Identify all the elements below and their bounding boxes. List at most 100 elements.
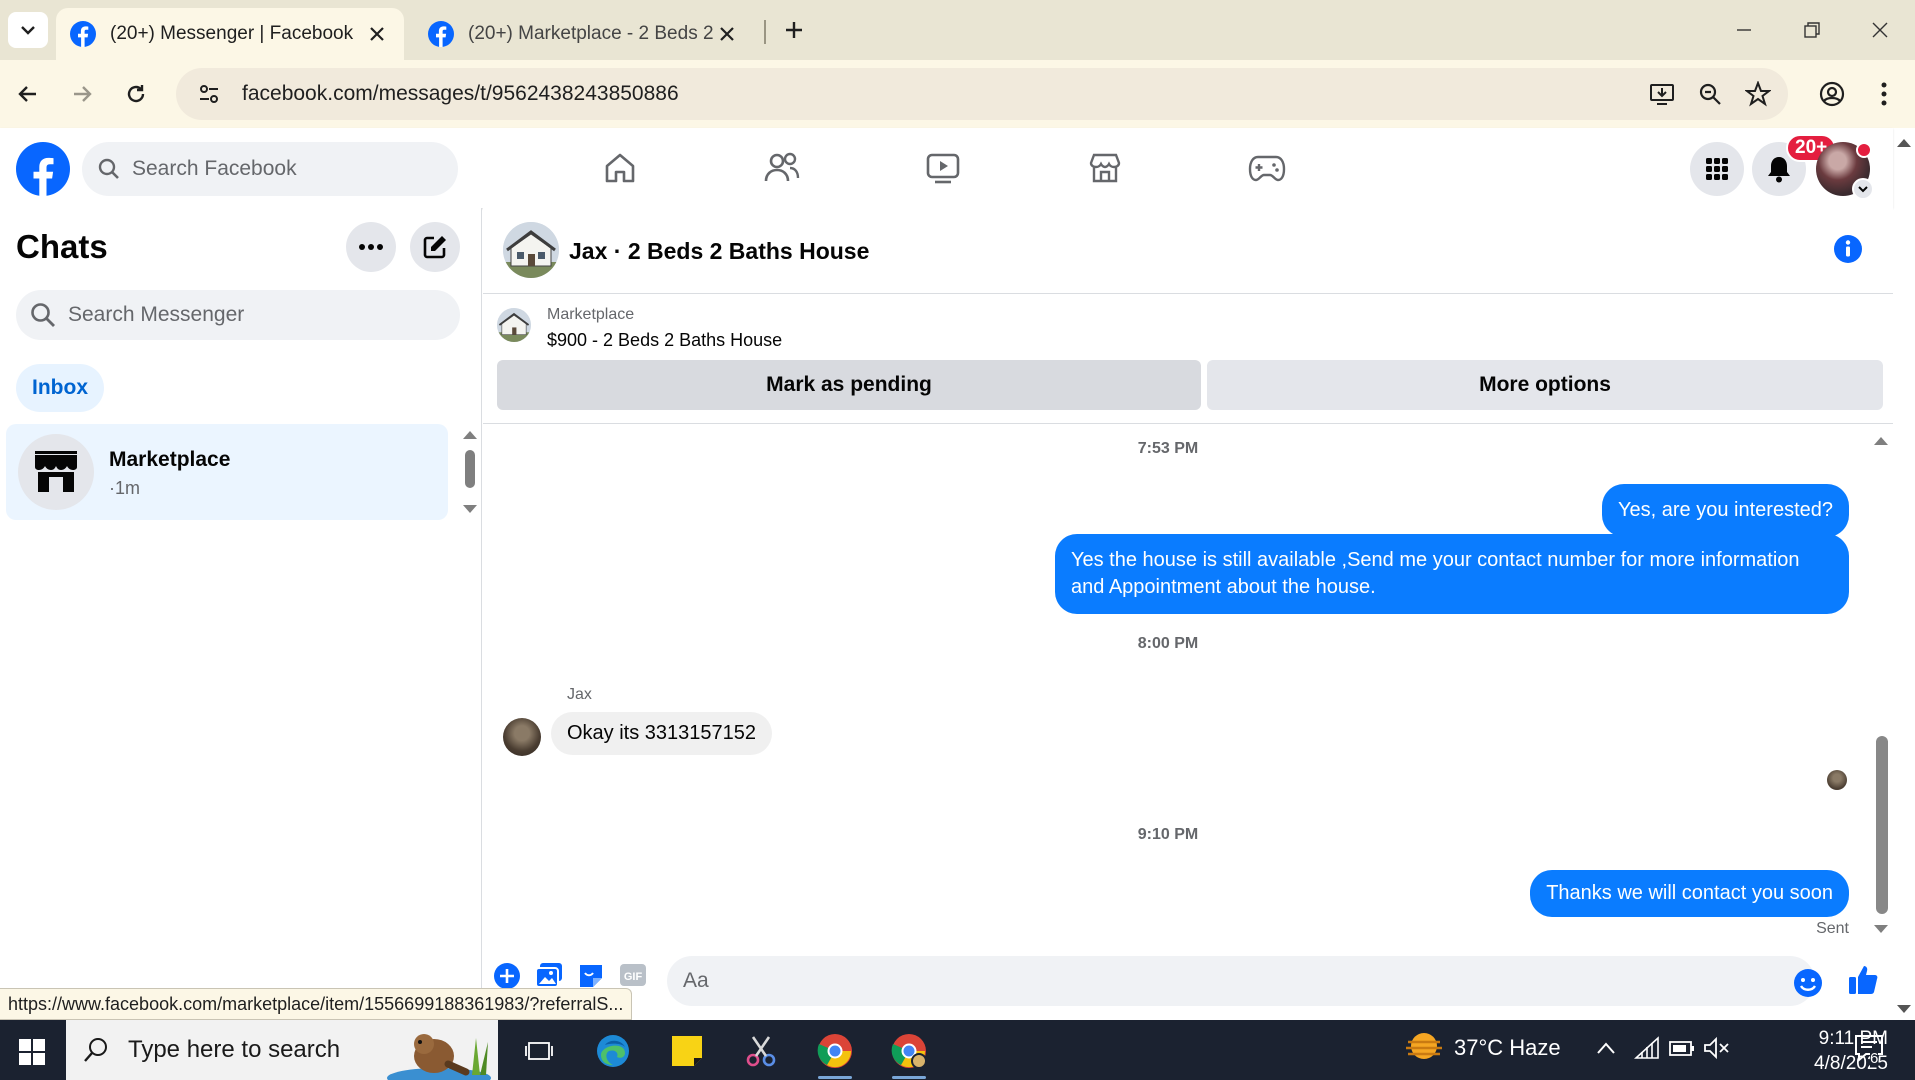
new-message-button[interactable] bbox=[410, 222, 460, 272]
tab-title: (20+) Marketplace - 2 Beds 2 Ba bbox=[468, 23, 714, 44]
nav-friends[interactable] bbox=[717, 138, 847, 198]
listing-thumbnail[interactable] bbox=[497, 308, 531, 342]
back-button[interactable] bbox=[6, 72, 50, 116]
outgoing-message[interactable]: Yes the house is still available ,Send m… bbox=[1055, 534, 1849, 614]
listing-title[interactable]: $900 - 2 Beds 2 Baths House bbox=[547, 330, 782, 351]
read-receipt-avatar bbox=[1827, 770, 1847, 790]
more-options-button[interactable]: More options bbox=[1207, 360, 1883, 410]
chat-avatar bbox=[18, 434, 94, 510]
volume-muted-icon[interactable] bbox=[1702, 1036, 1730, 1060]
chats-sidebar: Chats Search Messenger Inbox Marketplace… bbox=[0, 208, 482, 1020]
haze-sun-icon bbox=[1406, 1033, 1442, 1059]
chevron-down-icon bbox=[1858, 186, 1868, 193]
messenger-search-input[interactable]: Search Messenger bbox=[16, 290, 460, 340]
sidebar-scrollbar-thumb[interactable] bbox=[465, 450, 475, 488]
snipping-tool-icon bbox=[746, 1036, 776, 1067]
beaver-illustration-icon bbox=[387, 1034, 491, 1080]
battery-icon[interactable] bbox=[1668, 1036, 1696, 1060]
mark-as-pending-button[interactable]: Mark as pending bbox=[497, 360, 1201, 410]
task-view-button[interactable] bbox=[512, 1026, 566, 1076]
emoji-icon[interactable] bbox=[1793, 968, 1823, 998]
install-app-icon[interactable] bbox=[1646, 78, 1678, 110]
info-icon[interactable] bbox=[1833, 234, 1863, 264]
online-status-dot bbox=[1856, 142, 1872, 158]
new-tab-button[interactable] bbox=[774, 12, 814, 48]
incoming-message[interactable]: Okay its 3313157152 bbox=[551, 712, 773, 755]
arrow-right-icon bbox=[74, 86, 92, 102]
tab-messenger[interactable]: (20+) Messenger | Facebook bbox=[56, 8, 404, 60]
close-window-button[interactable] bbox=[1852, 10, 1908, 50]
taskbar-search-box[interactable]: Type here to search bbox=[66, 1020, 498, 1080]
tab-search-button[interactable] bbox=[8, 12, 48, 48]
search-icon bbox=[31, 303, 55, 327]
chat-list-item[interactable]: Marketplace ·1m bbox=[6, 424, 448, 520]
forward-button[interactable] bbox=[60, 72, 104, 116]
close-tab-button[interactable] bbox=[714, 21, 740, 47]
scroll-down-arrow-icon[interactable] bbox=[1896, 1004, 1912, 1016]
nav-gaming[interactable] bbox=[1202, 138, 1332, 198]
bookmark-star-icon[interactable] bbox=[1742, 78, 1774, 110]
scroll-up-arrow-icon[interactable] bbox=[1896, 136, 1912, 148]
chat-options-button[interactable] bbox=[346, 222, 396, 272]
browser-menu-button[interactable] bbox=[1862, 72, 1906, 116]
sticker-icon[interactable] bbox=[577, 962, 605, 990]
restore-icon bbox=[1804, 22, 1820, 38]
reload-icon bbox=[127, 85, 145, 103]
inbox-filter-tab[interactable]: Inbox bbox=[16, 364, 104, 412]
menu-grid-button[interactable] bbox=[1690, 142, 1744, 196]
marketplace-label: Marketplace bbox=[547, 306, 635, 323]
zoom-icon[interactable] bbox=[1694, 78, 1726, 110]
facebook-logo-icon[interactable] bbox=[16, 142, 70, 196]
account-menu-button[interactable] bbox=[1852, 178, 1874, 200]
sticky-notes-app[interactable] bbox=[660, 1026, 714, 1076]
plus-circle-icon[interactable] bbox=[493, 962, 521, 990]
restore-button[interactable] bbox=[1784, 10, 1840, 50]
reload-button[interactable] bbox=[114, 72, 158, 116]
close-tab-button[interactable] bbox=[364, 21, 390, 47]
scroll-up-arrow-icon[interactable] bbox=[462, 428, 478, 440]
marketplace-listing-bar: Marketplace $900 - 2 Beds 2 Baths House … bbox=[483, 294, 1893, 424]
notification-center-icon[interactable] bbox=[1854, 1034, 1884, 1062]
chrome-app[interactable] bbox=[808, 1026, 862, 1079]
chrome-profile-app[interactable] bbox=[882, 1026, 936, 1079]
bell-icon bbox=[1768, 157, 1790, 183]
message-timestamp: 9:10 PM bbox=[1137, 826, 1199, 843]
scroll-down-arrow-icon[interactable] bbox=[1873, 924, 1889, 936]
marketplace-icon bbox=[1089, 153, 1121, 183]
search-placeholder: Search Messenger bbox=[68, 303, 245, 326]
scroll-down-arrow-icon[interactable] bbox=[462, 504, 478, 516]
browser-toolbar: facebook.com/messages/t/9562438243850886 bbox=[0, 60, 1915, 128]
snipping-tool-app[interactable] bbox=[734, 1026, 788, 1076]
sender-avatar[interactable] bbox=[503, 718, 541, 756]
outgoing-message[interactable]: Yes, are you interested? bbox=[1602, 484, 1849, 537]
listing-avatar[interactable] bbox=[503, 222, 559, 278]
nav-marketplace[interactable] bbox=[1040, 138, 1170, 198]
profile-menu-button[interactable] bbox=[1810, 72, 1854, 116]
chevron-down-icon bbox=[21, 26, 35, 35]
tab-marketplace[interactable]: (20+) Marketplace - 2 Beds 2 Ba bbox=[414, 8, 754, 60]
conversation-header: Jax · 2 Beds 2 Baths House bbox=[483, 208, 1893, 294]
conversation-title[interactable]: Jax · 2 Beds 2 Baths House bbox=[569, 238, 869, 265]
thumbs-up-icon[interactable] bbox=[1847, 964, 1879, 996]
nav-video[interactable] bbox=[878, 138, 1008, 198]
address-bar[interactable]: facebook.com/messages/t/9562438243850886 bbox=[176, 68, 1788, 120]
wifi-icon[interactable] bbox=[1634, 1036, 1660, 1060]
chrome-browser-icon bbox=[891, 1034, 927, 1069]
weather-widget[interactable]: 37°C Haze bbox=[1404, 1030, 1561, 1066]
facebook-favicon-icon bbox=[70, 21, 96, 47]
chevron-up-icon[interactable] bbox=[1596, 1040, 1616, 1056]
facebook-search-input[interactable]: Search Facebook bbox=[82, 142, 458, 196]
scroll-up-arrow-icon[interactable] bbox=[1873, 434, 1889, 446]
message-input[interactable]: Aa bbox=[667, 956, 1815, 1006]
outgoing-message[interactable]: Thanks we will contact you soon bbox=[1530, 870, 1849, 917]
search-placeholder: Search Facebook bbox=[132, 157, 297, 180]
thread-scrollbar-thumb[interactable] bbox=[1876, 736, 1888, 914]
start-button[interactable] bbox=[10, 1030, 54, 1074]
svg-text:GIF: GIF bbox=[624, 971, 643, 983]
nav-home[interactable] bbox=[555, 138, 685, 198]
gif-icon[interactable]: GIF bbox=[619, 962, 647, 988]
photo-icon[interactable] bbox=[535, 962, 563, 988]
minimize-button[interactable] bbox=[1716, 10, 1772, 50]
site-info-icon[interactable] bbox=[184, 81, 234, 107]
edge-app[interactable] bbox=[586, 1026, 640, 1076]
